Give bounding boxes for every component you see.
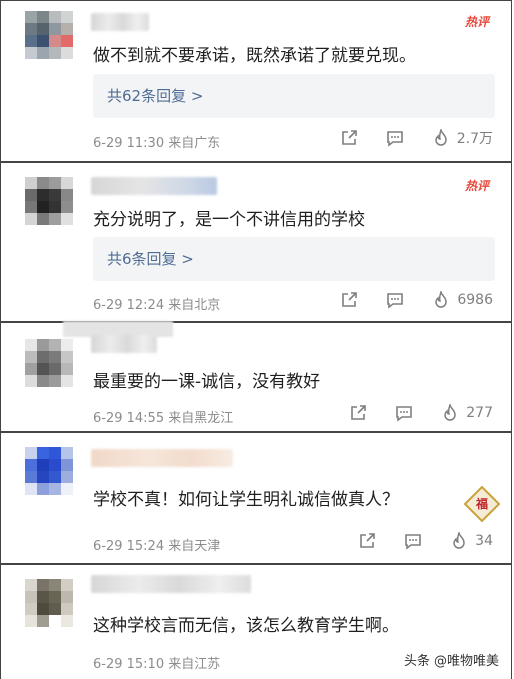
like-button[interactable]: 2.7万 bbox=[432, 128, 493, 148]
comment-card: 学校不真！如何让学生明礼诚信做真人？ 福 6-29 15:24 来自天津 34 bbox=[0, 432, 512, 564]
like-button[interactable]: 6986 bbox=[432, 291, 493, 309]
share-icon[interactable] bbox=[358, 532, 376, 550]
share-icon[interactable] bbox=[340, 291, 358, 309]
fu-emoji-icon: 福 bbox=[463, 485, 501, 523]
avatar[interactable] bbox=[25, 11, 73, 59]
comment-text: 做不到就不要承诺，既然承诺了就要兑现。 bbox=[93, 46, 416, 66]
avatar[interactable] bbox=[25, 177, 73, 225]
comment-actions: 277 bbox=[349, 404, 493, 422]
flame-icon bbox=[435, 291, 448, 308]
comment-card: 热评 做不到就不要承诺，既然承诺了就要兑现。 共62条回复 > 6-29 11:… bbox=[0, 0, 512, 162]
comment-text: 最重要的一课-诚信，没有教好 bbox=[93, 372, 321, 392]
comment-text: 这种学校言而无信，该怎么教育学生啊。 bbox=[93, 616, 399, 636]
username-blurred[interactable] bbox=[91, 449, 233, 467]
comment-card: 热评 充分说明了，是一个不讲信用的学校 共6条回复 > 6-29 12:24 来… bbox=[0, 162, 512, 322]
hot-comment-badge: 热评 bbox=[464, 15, 489, 29]
avatar[interactable] bbox=[25, 447, 73, 495]
hot-comment-badge: 热评 bbox=[464, 179, 489, 193]
comment-meta: 6-29 14:55 来自黑龙江 bbox=[93, 411, 234, 426]
comment-card: 最重要的一课-诚信，没有教好 6-29 14:55 来自黑龙江 277 bbox=[0, 321, 512, 432]
comment-icon[interactable] bbox=[395, 404, 413, 422]
like-count: 34 bbox=[475, 533, 493, 549]
comment-text: 充分说明了，是一个不讲信用的学校 bbox=[93, 210, 365, 230]
flame-icon bbox=[434, 129, 447, 146]
comment-meta: 6-29 15:24 来自天津 bbox=[93, 539, 221, 554]
watermark-brand: 头条 bbox=[403, 654, 430, 669]
username-blurred[interactable] bbox=[91, 335, 157, 353]
comment-meta: 6-29 11:30 来自广东 bbox=[93, 136, 221, 151]
flame-icon bbox=[444, 404, 457, 421]
avatar[interactable] bbox=[25, 339, 73, 387]
share-icon[interactable] bbox=[340, 129, 358, 147]
comment-actions: 2.7万 bbox=[340, 128, 493, 148]
comment-meta: 6-29 15:10 来自江苏 bbox=[93, 657, 221, 672]
comment-card: 这种学校言而无信，该怎么教育学生啊。 6-29 15:10 来自江苏 头条 @唯… bbox=[0, 564, 512, 679]
comment-icon[interactable] bbox=[386, 129, 404, 147]
replies-link[interactable]: 共62条回复 > bbox=[93, 74, 495, 118]
share-icon[interactable] bbox=[349, 404, 367, 422]
comment-icon[interactable] bbox=[386, 291, 404, 309]
like-button[interactable]: 277 bbox=[441, 404, 493, 422]
like-button[interactable]: 34 bbox=[450, 532, 493, 550]
avatar[interactable] bbox=[25, 579, 73, 627]
comment-actions: 34 bbox=[358, 532, 493, 550]
comment-meta: 6-29 12:24 来自北京 bbox=[93, 298, 221, 313]
username-blurred[interactable] bbox=[91, 177, 217, 195]
username-blurred[interactable] bbox=[91, 575, 251, 593]
replies-link[interactable]: 共6条回复 > bbox=[93, 237, 495, 281]
username-blurred[interactable] bbox=[91, 13, 149, 31]
watermark-account: @唯物唯美 bbox=[433, 654, 499, 669]
flame-icon bbox=[453, 532, 465, 549]
like-count: 2.7万 bbox=[456, 131, 493, 147]
comment-actions: 6986 bbox=[340, 291, 493, 309]
like-count: 277 bbox=[466, 405, 493, 421]
comment-icon[interactable] bbox=[404, 532, 422, 550]
comment-text: 学校不真！如何让学生明礼诚信做真人？ bbox=[93, 490, 399, 510]
like-count: 6986 bbox=[457, 292, 493, 308]
watermark: 头条 @唯物唯美 bbox=[404, 650, 499, 669]
